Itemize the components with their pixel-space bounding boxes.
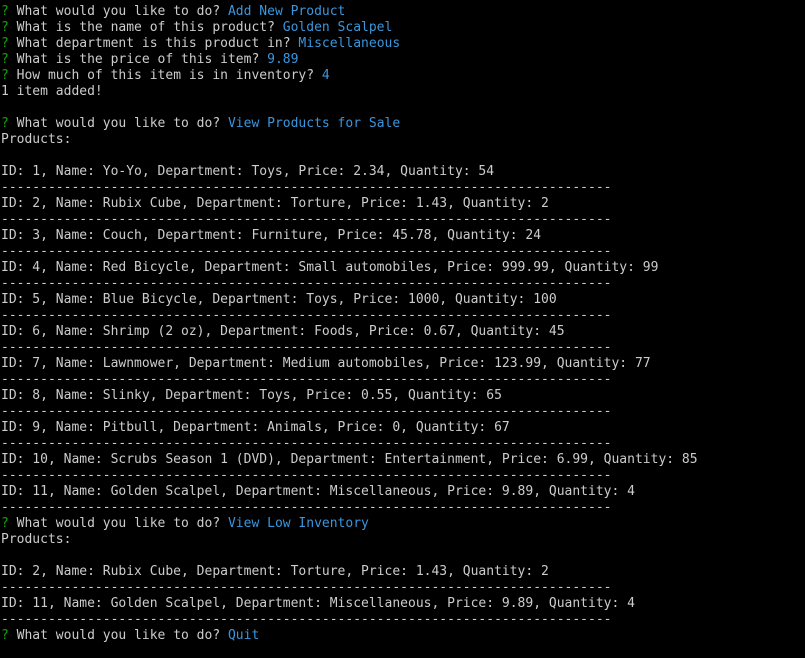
prompt-mark: ? (1, 68, 9, 83)
separator-line: ----------------------------------------… (1, 468, 612, 483)
output-line: ID: 7, Name: Lawnmower, Department: Medi… (1, 356, 651, 371)
prompt-question: What department is this product in? (16, 36, 291, 51)
prompt-answer: 4 (321, 68, 330, 83)
separator-line: ----------------------------------------… (1, 276, 612, 291)
prompt-line: ? How much of this item is in inventory?… (1, 68, 805, 84)
output-line: ID: 9, Name: Pitbull, Department: Animal… (1, 420, 510, 435)
prompt-answer: Miscellaneous (298, 36, 401, 51)
prompt-mark: ? (1, 52, 9, 67)
separator-line: ----------------------------------------… (1, 180, 612, 195)
separator-line: ----------------------------------------… (1, 308, 612, 323)
prompt-question: What would you like to do? (16, 516, 221, 531)
output-line: ID: 1, Name: Yo-Yo, Department: Toys, Pr… (1, 164, 495, 179)
output-line: ID: 3, Name: Couch, Department: Furnitur… (1, 228, 542, 243)
separator-line: ----------------------------------------… (1, 500, 612, 515)
prompt-answer: View Products for Sale (227, 116, 401, 131)
output-line: ID: 8, Name: Slinky, Department: Toys, P… (1, 388, 502, 403)
terminal-window[interactable]: ? What would you like to do? Add New Pro… (0, 0, 805, 658)
prompt-answer: Golden Scalpel (282, 20, 393, 35)
output-line: ID: 11, Name: Golden Scalpel, Department… (1, 596, 635, 611)
prompt-mark: ? (1, 36, 9, 51)
output-line: Products: (1, 532, 72, 547)
prompt-line: ? What would you like to do? View Low In… (1, 516, 805, 532)
separator-line: ----------------------------------------… (1, 340, 612, 355)
prompt-line: ? What would you like to do? Add New Pro… (1, 4, 805, 20)
separator-line: ----------------------------------------… (1, 372, 612, 387)
separator-line: ----------------------------------------… (1, 436, 612, 451)
output-line: ID: 6, Name: Shrimp (2 oz), Department: … (1, 324, 565, 339)
prompt-line: ? What department is this product in? Mi… (1, 36, 805, 52)
separator-line: ----------------------------------------… (1, 244, 612, 259)
separator-line: ----------------------------------------… (1, 404, 612, 419)
prompt-mark: ? (1, 20, 9, 35)
prompt-question: What would you like to do? (16, 628, 221, 643)
prompt-line: ? What would you like to do? View Produc… (1, 116, 805, 132)
output-line: ID: 2, Name: Rubix Cube, Department: Tor… (1, 196, 549, 211)
separator-line: ----------------------------------------… (1, 212, 612, 227)
prompt-line: ? What would you like to do? Quit (1, 628, 805, 644)
prompt-question: How much of this item is in inventory? (16, 68, 315, 83)
separator-line: ----------------------------------------… (1, 580, 612, 595)
prompt-answer: 9.89 (267, 52, 299, 67)
prompt-question: What is the price of this item? (16, 52, 260, 67)
prompt-mark: ? (1, 116, 9, 131)
prompt-question: What would you like to do? (16, 4, 221, 19)
output-line: ID: 5, Name: Blue Bicycle, Department: T… (1, 292, 557, 307)
prompt-mark: ? (1, 4, 9, 19)
output-line: ID: 10, Name: Scrubs Season 1 (DVD), Dep… (1, 452, 698, 467)
prompt-answer: Quit (227, 628, 260, 643)
prompt-line: ? What is the name of this product? Gold… (1, 20, 805, 36)
prompt-line: ? What is the price of this item? 9.89 (1, 52, 805, 68)
prompt-question: What would you like to do? (16, 116, 221, 131)
prompt-mark: ? (1, 516, 9, 531)
output-line: ID: 11, Name: Golden Scalpel, Department… (1, 484, 635, 499)
prompt-question: What is the name of this product? (16, 20, 275, 35)
prompt-answer: View Low Inventory (227, 516, 369, 531)
output-line: Products: (1, 132, 72, 147)
separator-line: ----------------------------------------… (1, 612, 612, 627)
output-line: ID: 2, Name: Rubix Cube, Department: Tor… (1, 564, 549, 579)
prompt-answer: Add New Product (227, 4, 346, 19)
output-line: 1 item added! (1, 84, 103, 99)
prompt-mark: ? (1, 628, 9, 643)
output-line: ID: 4, Name: Red Bicycle, Department: Sm… (1, 260, 659, 275)
